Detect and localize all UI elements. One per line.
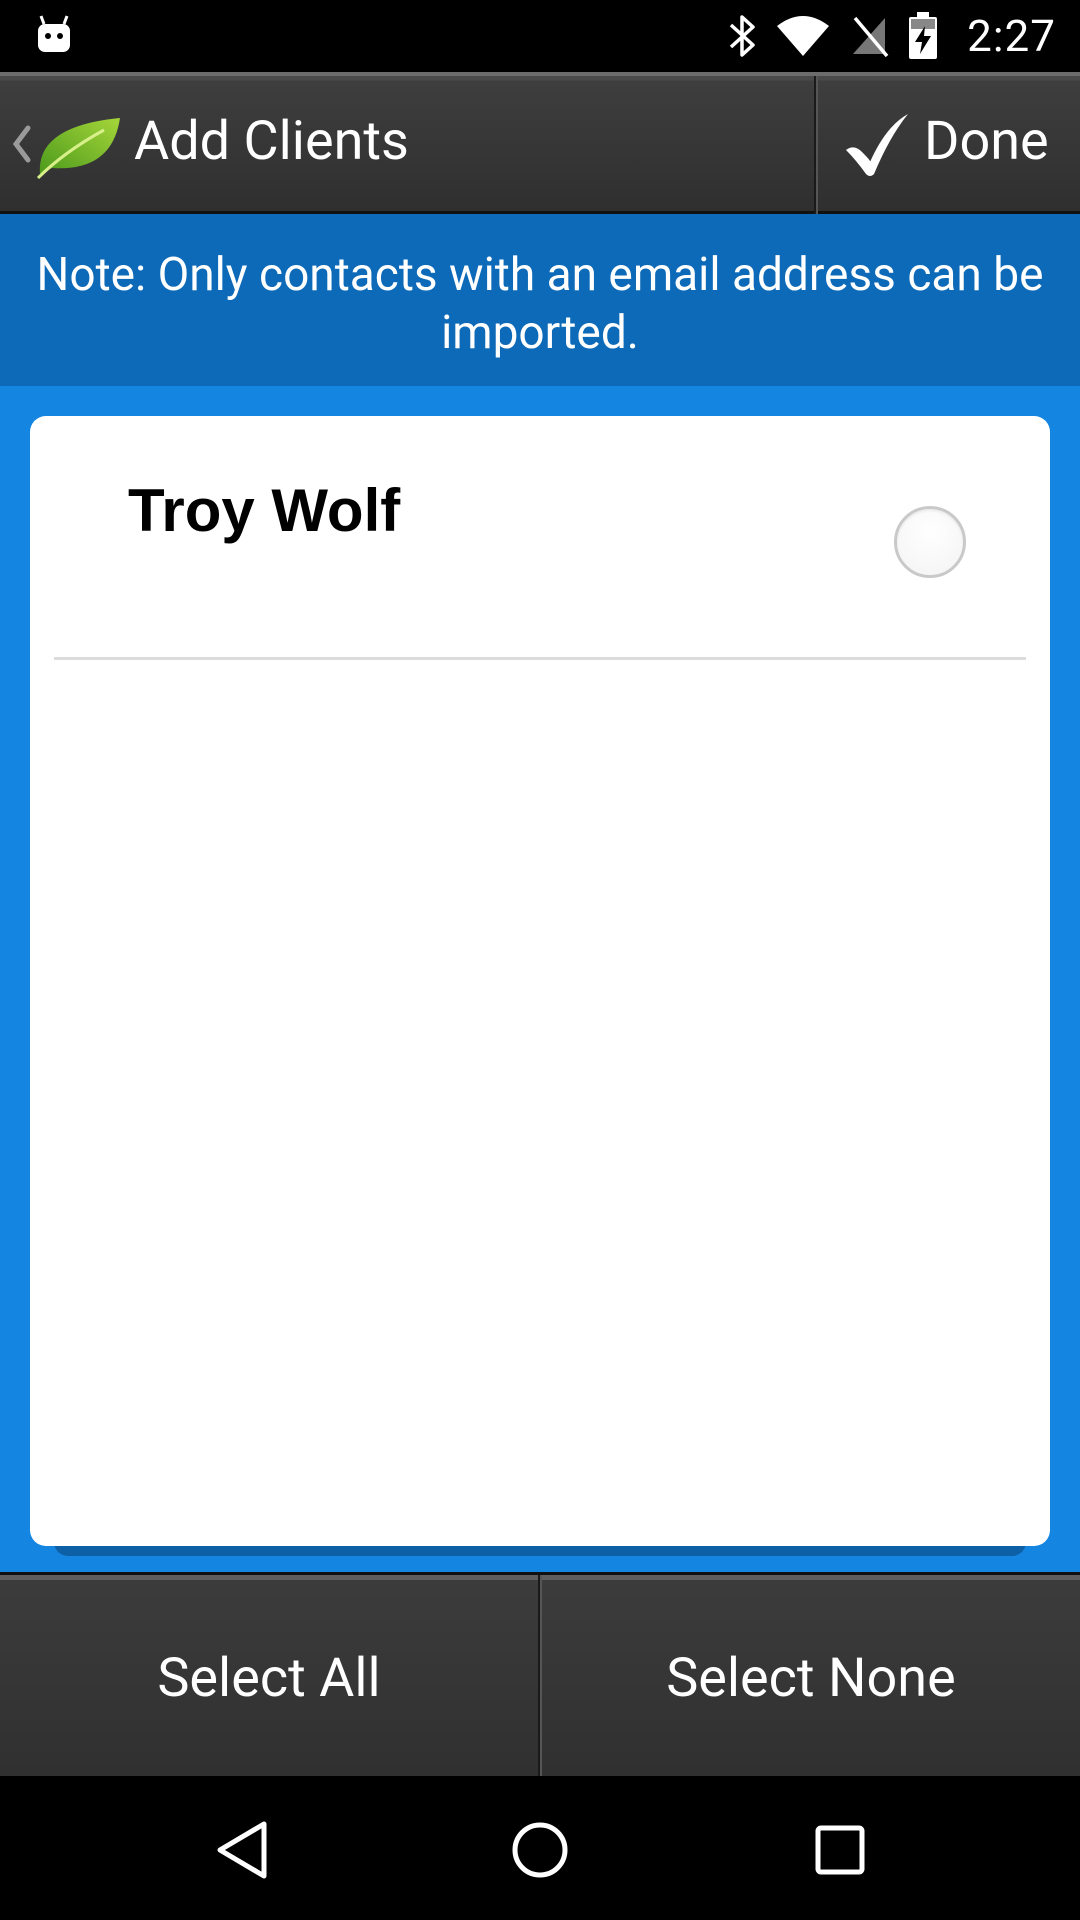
no-sim-icon [853, 16, 889, 58]
chevron-left-icon[interactable] [10, 120, 34, 168]
bluetooth-icon [729, 15, 755, 57]
content-area: Troy Wolf [0, 386, 1080, 1572]
battery-charging-icon [909, 12, 938, 59]
back-icon[interactable] [206, 1814, 278, 1886]
bottom-divider [538, 1575, 540, 1776]
status-icons: 2:27 [727, 0, 1056, 72]
contact-select-radio[interactable] [894, 506, 966, 578]
action-divider [814, 76, 816, 214]
action-bar: Add Clients Done [0, 72, 1080, 214]
status-bar: 2:27 [0, 0, 1080, 72]
screen-title: Add Clients [134, 110, 409, 173]
note-banner: Note: Only contacts with an email addres… [0, 214, 1080, 386]
contact-list[interactable]: Troy Wolf [30, 416, 1050, 1546]
recents-icon[interactable] [804, 1814, 876, 1886]
checkmark-icon [846, 114, 908, 176]
done-label: Done [924, 110, 1049, 173]
bottom-bar: Select All Select None [0, 1572, 1080, 1776]
select-all-button[interactable]: Select All [0, 1580, 538, 1776]
select-none-button[interactable]: Select None [542, 1580, 1080, 1776]
contact-name: Troy Wolf [128, 477, 401, 544]
system-nav-bar [0, 1776, 1080, 1920]
list-item[interactable]: Troy Wolf [54, 416, 1026, 660]
done-button[interactable]: Done [818, 76, 1080, 214]
home-icon[interactable] [504, 1814, 576, 1886]
leaf-logo-icon[interactable] [34, 112, 124, 180]
wifi-icon [777, 16, 830, 56]
android-debug-icon [38, 15, 70, 52]
status-time: 2:27 [967, 10, 1056, 62]
